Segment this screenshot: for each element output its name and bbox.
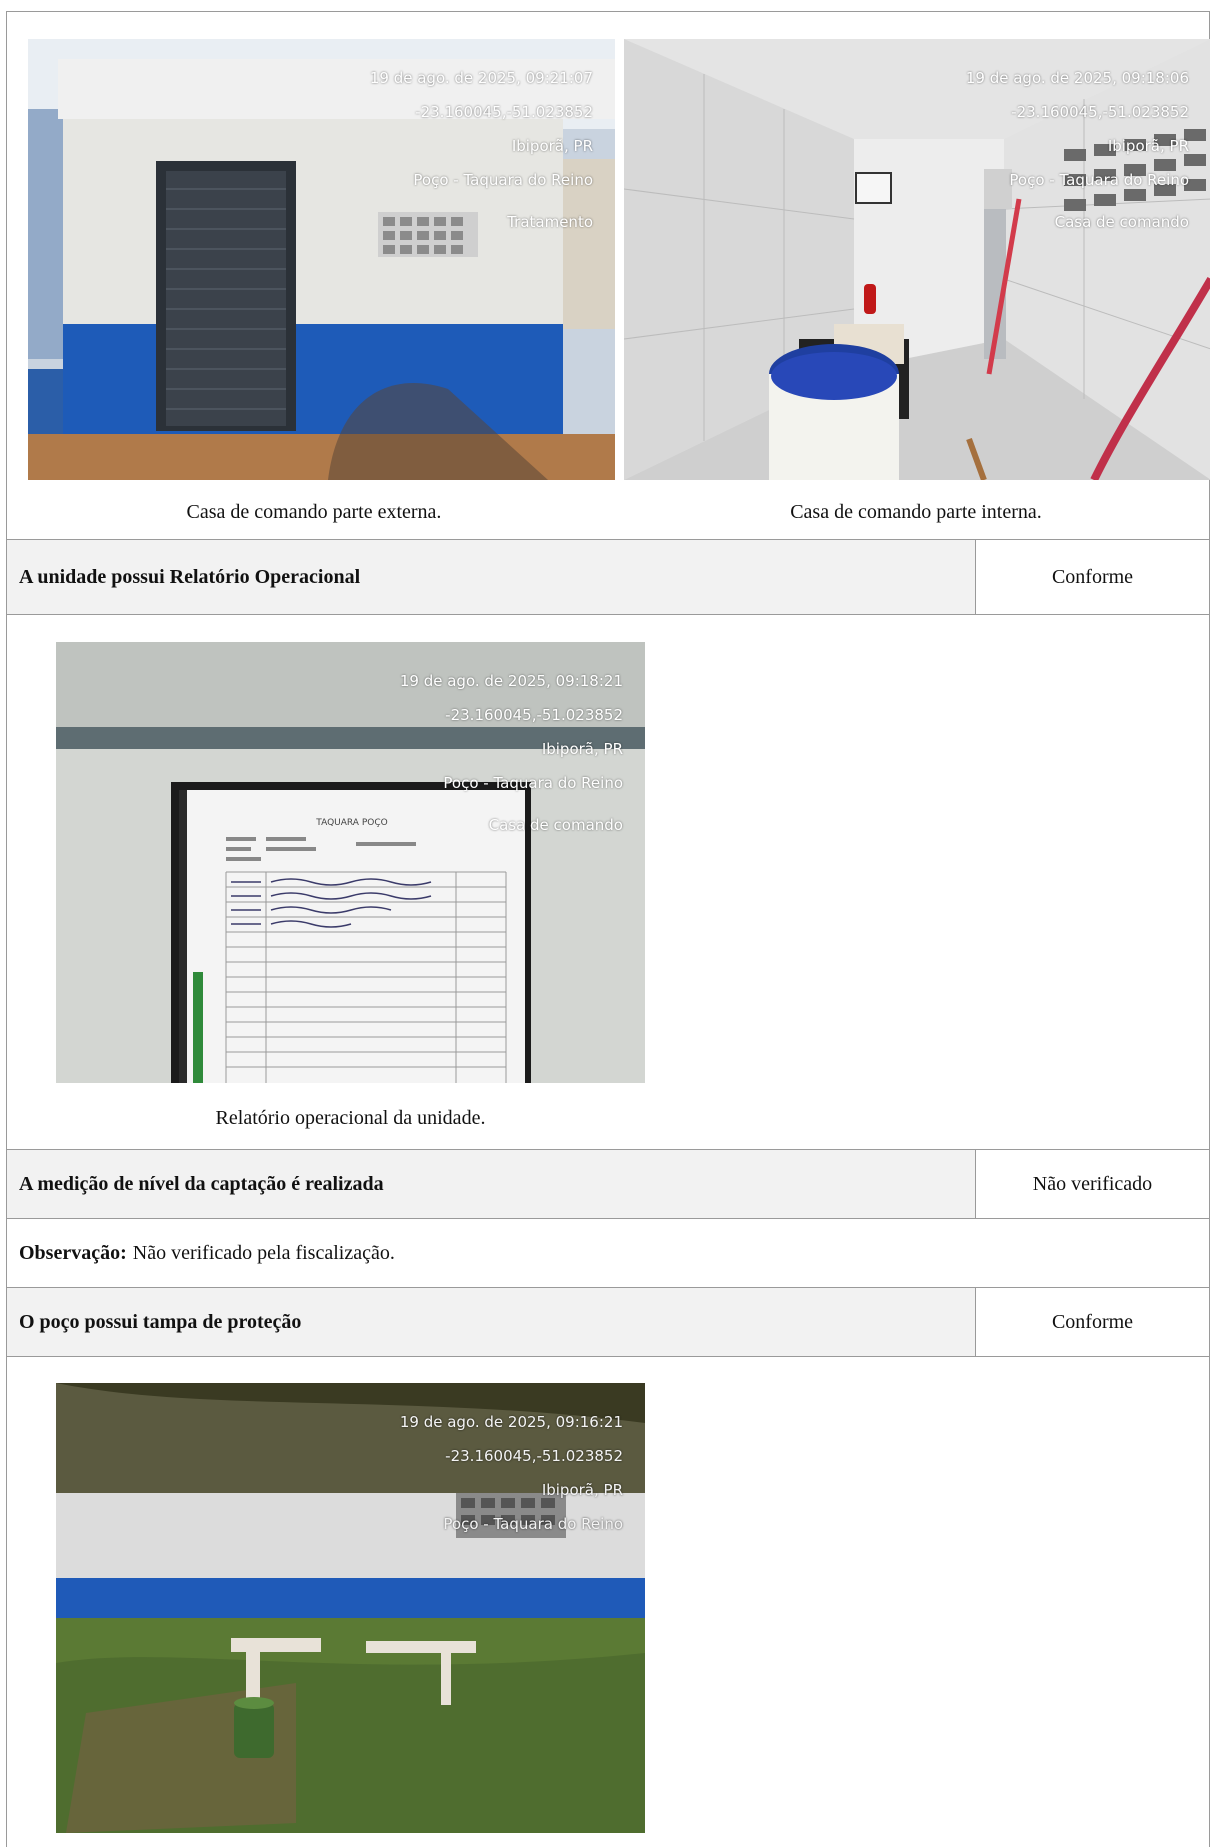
photo-relatorio-stamp: 19 de ago. de 2025, 09:18:21 -23.160045,… [362,656,623,868]
photo-row-poco: 19 de ago. de 2025, 09:16:21 -23.160045,… [6,1357,1210,1847]
photo-exterior-tag: Tratamento [507,213,593,231]
photo-row-relatorio: TAQUARA POÇO 19 de ago. de 2025, 09:18:2… [6,615,1210,1150]
item-status: Não verificado [975,1150,1209,1218]
item-status: Conforme [975,1288,1209,1356]
report-page: 19 de ago. de 2025, 09:21:07 -23.160045,… [0,0,1210,1847]
photo-interior-caption: Casa de comando parte interna. [790,501,1042,523]
observation: Observação: Não verificado pela fiscaliz… [19,1219,395,1287]
photo-poco-stamp: 19 de ago. de 2025, 09:16:21 -23.160045,… [399,1413,623,1533]
item-relatorio-operacional: A unidade possui Relatório Operacional C… [6,540,1210,615]
photo-exterior: 19 de ago. de 2025, 09:21:07 -23.160045,… [28,39,615,480]
photo-interior: 19 de ago. de 2025, 09:18:06 -23.160045,… [624,39,1210,480]
photo-poco: 19 de ago. de 2025, 09:16:21 -23.160045,… [56,1383,645,1833]
photo-relatorio-tag: Casa de comando [488,816,623,834]
photo-exterior-stamp: 19 de ago. de 2025, 09:21:07 -23.160045,… [332,53,593,265]
observation-label: Observação: [19,1241,127,1264]
photo-exterior-caption: Casa de comando parte externa. [186,501,442,523]
item-question: A medição de nível da captação é realiza… [19,1172,384,1195]
photo-relatorio-caption: Relatório operacional da unidade. [215,1107,486,1129]
item-question: O poço possui tampa de proteção [19,1310,302,1333]
photo-interior-stamp: 19 de ago. de 2025, 09:18:06 -23.160045,… [928,53,1189,265]
item-question: A unidade possui Relatório Operacional [19,565,361,588]
item-status: Conforme [975,540,1209,614]
observation-row: Observação: Não verificado pela fiscaliz… [6,1219,1210,1288]
observation-text: Não verificado pela fiscalização. [132,1241,395,1264]
photo-interior-tag: Casa de comando [1054,213,1189,231]
item-tampa-protecao: O poço possui tampa de proteção Conforme [6,1288,1210,1357]
photo-relatorio: TAQUARA POÇO 19 de ago. de 2025, 09:18:2… [56,642,645,1083]
photo-row-casa-de-comando: 19 de ago. de 2025, 09:21:07 -23.160045,… [6,11,1210,540]
item-medicao-nivel: A medição de nível da captação é realiza… [6,1150,1210,1219]
